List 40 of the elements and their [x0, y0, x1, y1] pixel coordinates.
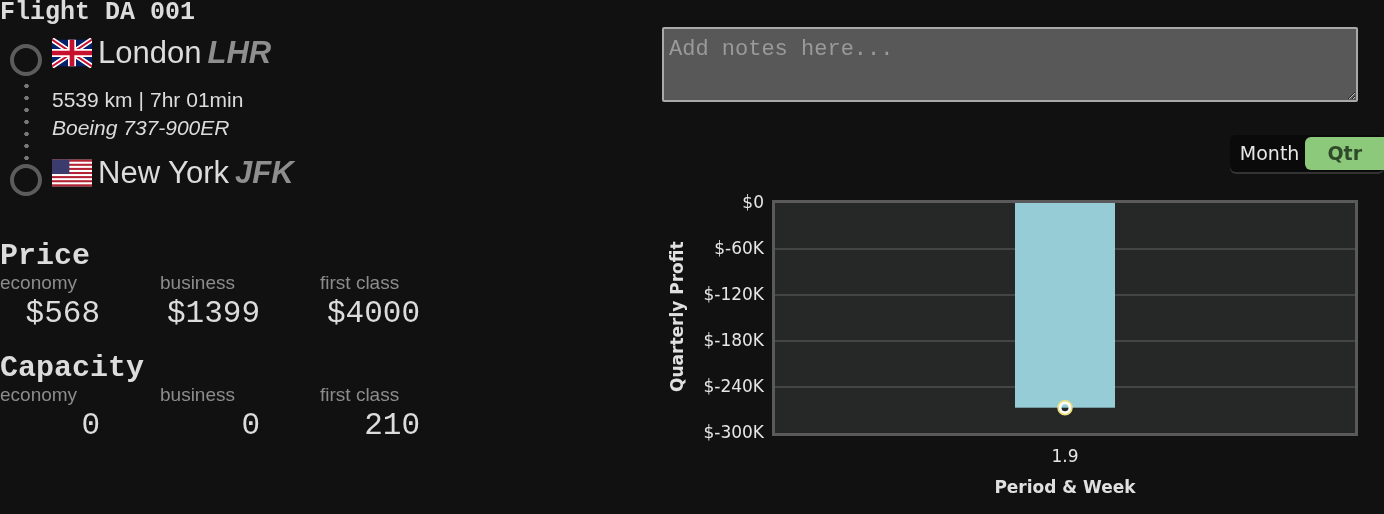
distance: 5539 km — [52, 87, 133, 113]
destination-city: New York — [98, 154, 229, 192]
x-axis-title: Period & Week — [994, 476, 1136, 499]
flight-title: Flight DA 001 — [0, 0, 197, 26]
price-value: $1399 — [167, 295, 260, 333]
duration: 7hr 01min — [150, 87, 244, 113]
flag-icon — [52, 38, 92, 68]
price-label: economy — [0, 272, 79, 294]
flag-icon — [52, 158, 92, 188]
aircraft-type: Boeing 737-900ER — [52, 115, 231, 141]
stop-marker-icon — [10, 44, 42, 76]
capacity-label: economy — [0, 384, 79, 406]
section-heading: Price — [0, 240, 91, 272]
y-tick-label: $-240K — [703, 375, 764, 396]
notes-field[interactable]: Add notes here... — [662, 27, 1358, 102]
y-tick-label: $-120K — [703, 283, 764, 304]
period-tab[interactable]: Month — [1239, 137, 1306, 170]
section-heading: Capacity — [0, 352, 146, 384]
capacity-value: 0 — [81, 407, 100, 445]
y-tick-label: $-60K — [714, 237, 764, 258]
price-value: $568 — [25, 295, 100, 333]
price-label: business — [160, 272, 236, 294]
stop-marker-icon — [10, 164, 42, 196]
capacity-label: business — [160, 384, 236, 406]
y-tick-label: $0 — [742, 191, 764, 212]
separator: | — [138, 87, 144, 113]
airport-code: JFK — [234, 154, 294, 192]
period-tab[interactable]: Qtr — [1305, 137, 1384, 170]
y-axis-title: Quarterly Profit — [665, 241, 688, 392]
hover-marker — [1057, 399, 1073, 415]
capacity-value: 0 — [241, 407, 260, 445]
y-tick-label: $-300K — [703, 421, 764, 442]
price-label: first class — [320, 272, 401, 294]
capacity-label: first class — [320, 384, 401, 406]
y-tick-label: $-180K — [703, 329, 764, 350]
capacity-value: 210 — [364, 407, 420, 445]
origin-city: London — [98, 34, 202, 72]
airport-code: LHR — [207, 34, 272, 72]
x-tick-label: 1.9 — [1051, 444, 1079, 468]
price-value: $4000 — [327, 295, 420, 333]
